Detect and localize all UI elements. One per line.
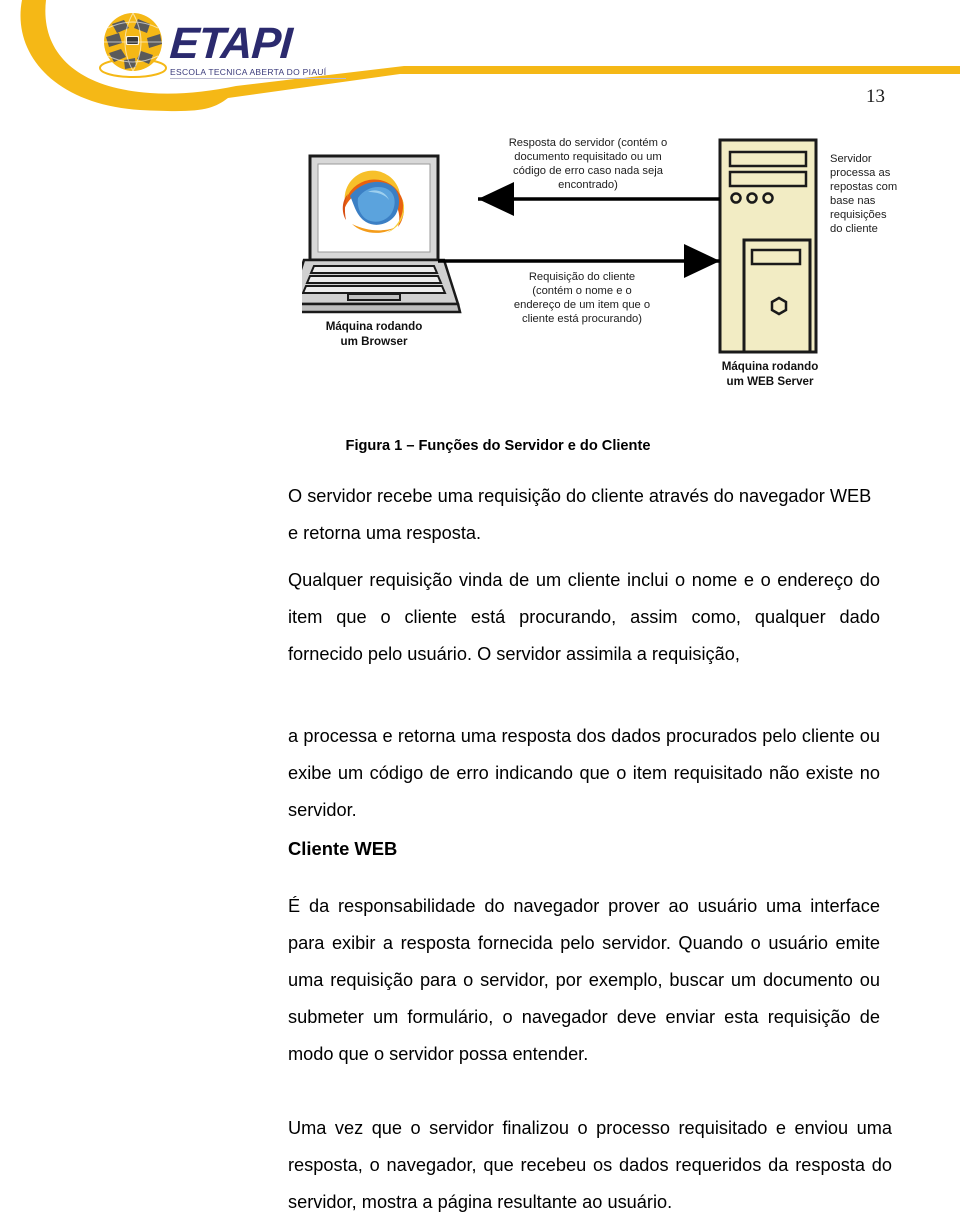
response-arrow-label: Resposta do servidor (contém o documento… — [509, 137, 668, 191]
globe-grid-logo-icon — [99, 12, 167, 78]
paragraph-2: Qualquer requisição vinda de um cliente … — [288, 570, 880, 664]
response-label-line-4: encontrado) — [558, 179, 618, 191]
client-label-line-1: Máquina rodando — [326, 320, 423, 333]
paragraph-3: a processa e retorna uma resposta dos da… — [288, 726, 880, 820]
etapi-title: ETAPI — [168, 19, 294, 68]
response-label-line-2: documento requisitado ou um — [514, 151, 661, 163]
request-label-line-4: cliente está procurando) — [522, 313, 642, 325]
page-header: ETAPI ESCOLA TECNICA ABERTA DO PIAUÍ 13 — [0, 0, 960, 118]
server-machine-label: Máquina rodando um WEB Server — [722, 360, 819, 388]
server-tower-icon — [718, 138, 818, 354]
request-label-line-1: Requisição do cliente — [529, 271, 635, 283]
request-arrow-label: Requisição do cliente (contém o nome e o… — [514, 271, 650, 325]
laptop-with-firefox-browser-icon — [302, 154, 462, 314]
client-label-line-2: um Browser — [340, 335, 407, 348]
server-note-line-6: do cliente — [830, 223, 878, 235]
server-label-line-1: Máquina rodando — [722, 360, 819, 373]
server-label-line-2: um WEB Server — [727, 375, 814, 388]
figure-1-client-server-diagram: Resposta do servidor (contém o documento… — [302, 128, 950, 400]
server-note-label: Servidor processa as repostas com base n… — [830, 153, 897, 235]
response-label-line-1: Resposta do servidor (contém o — [509, 137, 668, 149]
server-note-line-4: base nas — [830, 195, 876, 207]
page-number: 13 — [866, 86, 885, 107]
figure-caption: Figura 1 – Funções do Servidor e do Clie… — [345, 438, 651, 454]
etapi-logo: ETAPI ESCOLA TECNICA ABERTA DO PIAUÍ — [96, 8, 346, 84]
paragraph-1: O servidor recebe uma requisição do clie… — [288, 486, 872, 543]
request-label-line-3: endereço de um item que o — [514, 299, 650, 311]
client-machine-label: Máquina rodando um Browser — [326, 320, 423, 348]
request-label-line-2: (contém o nome e o — [532, 285, 632, 297]
server-note-line-2: processa as — [830, 167, 891, 179]
response-label-line-3: código de erro caso nada seja — [513, 165, 664, 177]
server-note-line-1: Servidor — [830, 153, 872, 165]
etapi-wordmark: ETAPI ESCOLA TECNICA ABERTA DO PIAUÍ — [168, 19, 346, 79]
etapi-subtitle: ESCOLA TECNICA ABERTA DO PIAUÍ — [170, 67, 346, 79]
paragraph-4: É da responsabilidade do navegador prove… — [288, 896, 880, 1064]
server-note-line-5: requisições — [830, 209, 887, 221]
paragraph-5: Uma vez que o servidor finalizou o proce… — [288, 1118, 892, 1212]
subheading-cliente-web: Cliente WEB — [288, 838, 398, 859]
server-note-line-3: repostas com — [830, 181, 897, 193]
